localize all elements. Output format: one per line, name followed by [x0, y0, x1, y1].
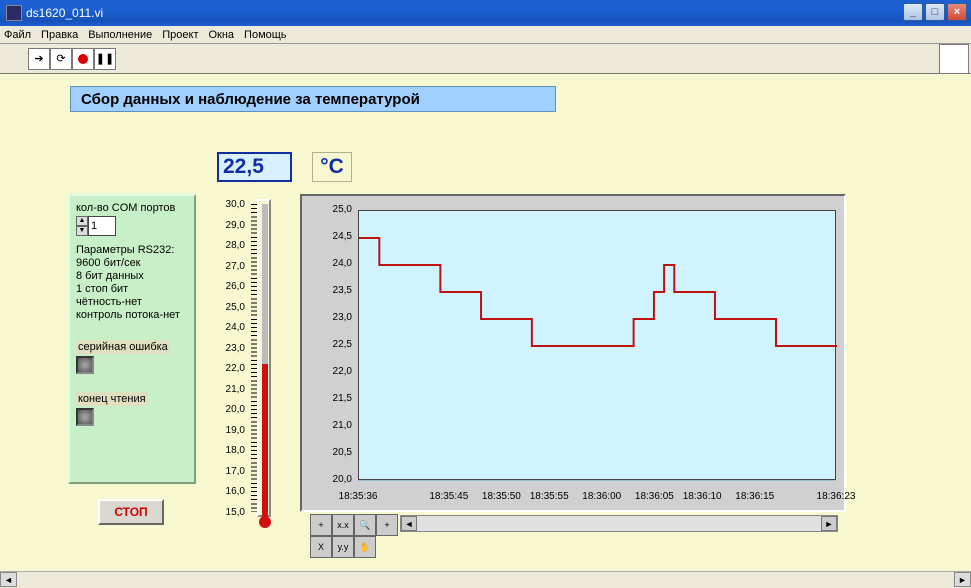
- palette-yformat-icon[interactable]: y.y: [332, 536, 354, 558]
- chart-xtick: 18:35:45: [429, 491, 468, 502]
- chart-ytick: 23,0: [302, 312, 352, 323]
- chart-line: [359, 238, 837, 346]
- minimize-button[interactable]: _: [903, 3, 923, 21]
- com-port-spinner[interactable]: ▲ ▼: [76, 216, 188, 236]
- stop-button[interactable]: СТОП: [98, 499, 164, 525]
- window-title: ds1620_011.vi: [26, 6, 103, 20]
- thermo-tick: 15,0: [217, 507, 245, 518]
- palette-plus-icon[interactable]: +: [376, 514, 398, 536]
- thermo-tick: 19,0: [217, 425, 245, 436]
- close-button[interactable]: ×: [947, 3, 967, 21]
- thermo-tick: 22,0: [217, 363, 245, 374]
- chart-xtick: 18:36:05: [635, 491, 674, 502]
- scroll-right-icon[interactable]: ►: [821, 516, 837, 531]
- menu-edit[interactable]: Правка: [41, 29, 78, 41]
- chart-ytick: 20,0: [302, 474, 352, 485]
- menu-file[interactable]: Файл: [4, 29, 31, 41]
- serial-error-led: [76, 356, 94, 374]
- chart-ytick: 23,5: [302, 285, 352, 296]
- graph-palette[interactable]: + X x.x y.y 🔍 ✋ +: [310, 514, 398, 558]
- chart-scrollbar[interactable]: ◄ ►: [400, 515, 838, 532]
- run-cont-button[interactable]: ⟳: [50, 48, 72, 70]
- chart-ytick: 22,5: [302, 339, 352, 350]
- end-read-label: конец чтения: [76, 392, 148, 406]
- menu-project[interactable]: Проект: [162, 29, 198, 41]
- front-panel: Сбор данных и наблюдение за температурой…: [0, 74, 971, 584]
- chart-xtick: 18:36:00: [582, 491, 621, 502]
- palette-xformat-icon[interactable]: x.x: [332, 514, 354, 536]
- end-read-led: [76, 408, 94, 426]
- pause-button[interactable]: ❚❚: [94, 48, 116, 70]
- menu-help[interactable]: Помощь: [244, 29, 287, 41]
- chart-ytick: 25,0: [302, 204, 352, 215]
- rs232-params: Параметры RS232: 9600 бит/сек 8 бит данн…: [76, 244, 188, 322]
- chart-xtick: 18:35:36: [339, 491, 378, 502]
- chart-ytick: 21,5: [302, 393, 352, 404]
- chart-xtick: 18:36:15: [735, 491, 774, 502]
- chart-xtick: 18:36:10: [683, 491, 722, 502]
- thermo-tick: 29,0: [217, 220, 245, 231]
- abort-button[interactable]: [72, 48, 94, 70]
- win-scroll-right-icon[interactable]: ►: [954, 572, 971, 587]
- run-button[interactable]: ➔: [28, 48, 50, 70]
- thermometer: 30,0 29,0 28,0 27,0 26,0 25,0 24,0 23,0 22,0 21,0…: [217, 194, 279, 534]
- thermo-tick: 18,0: [217, 445, 245, 456]
- palette-pan-icon[interactable]: ✋: [354, 536, 376, 558]
- temperature-unit: °C: [312, 152, 352, 182]
- menu-run[interactable]: Выполнение: [88, 29, 152, 41]
- thermo-tick: 16,0: [217, 486, 245, 497]
- chart-xtick: 18:35:50: [482, 491, 521, 502]
- spin-down-icon[interactable]: ▼: [76, 226, 88, 236]
- com-port-input[interactable]: [88, 216, 116, 236]
- titlebar: ds1620_011.vi _ □ ×: [0, 0, 971, 26]
- palette-cursor-icon[interactable]: +: [310, 514, 332, 536]
- win-scroll-left-icon[interactable]: ◄: [0, 572, 17, 587]
- chart-ytick: 24,0: [302, 258, 352, 269]
- thermo-tick: 25,0: [217, 302, 245, 313]
- com-port-label: кол-во COM портов: [76, 202, 188, 214]
- window-scrollbar[interactable]: ◄ ►: [0, 571, 971, 588]
- chart-xtick: 18:35:55: [530, 491, 569, 502]
- temperature-chart: 25,0 24,5 24,0 23,5 23,0 22,5 22,0 21,5 21,0 20,5…: [300, 194, 846, 512]
- chart-xtick: 18:36:23: [817, 491, 856, 502]
- serial-error-label: серийная ошибка: [76, 340, 170, 354]
- thermo-tick: 23,0: [217, 343, 245, 354]
- thermometer-bulb: [259, 516, 271, 528]
- settings-panel: кол-во COM портов ▲ ▼ Параметры RS232: 9…: [68, 194, 196, 484]
- thermo-tick: 24,0: [217, 322, 245, 333]
- icon-pane[interactable]: [939, 44, 969, 74]
- thermo-tick: 21,0: [217, 384, 245, 395]
- menubar: Файл Правка Выполнение Проект Окна Помощ…: [0, 26, 971, 44]
- palette-x-icon[interactable]: X: [310, 536, 332, 558]
- thermo-tick: 20,0: [217, 404, 245, 415]
- chart-ytick: 20,5: [302, 447, 352, 458]
- maximize-button[interactable]: □: [925, 3, 945, 21]
- app-icon: [6, 5, 22, 21]
- page-title: Сбор данных и наблюдение за температурой: [70, 86, 556, 112]
- thermo-tick: 27,0: [217, 261, 245, 272]
- toolbar: ➔ ⟳ ❚❚: [0, 44, 971, 74]
- thermo-tick: 28,0: [217, 240, 245, 251]
- scroll-left-icon[interactable]: ◄: [401, 516, 417, 531]
- thermometer-fill: [262, 364, 268, 518]
- thermo-tick: 26,0: [217, 281, 245, 292]
- thermo-tick: 17,0: [217, 466, 245, 477]
- chart-ytick: 22,0: [302, 366, 352, 377]
- temperature-display: 22,5: [217, 152, 292, 182]
- chart-ytick: 24,5: [302, 231, 352, 242]
- spin-up-icon[interactable]: ▲: [76, 216, 88, 226]
- palette-zoom-icon[interactable]: 🔍: [354, 514, 376, 536]
- thermo-tick: 30,0: [217, 199, 245, 210]
- menu-windows[interactable]: Окна: [208, 29, 234, 41]
- chart-ytick: 21,0: [302, 420, 352, 431]
